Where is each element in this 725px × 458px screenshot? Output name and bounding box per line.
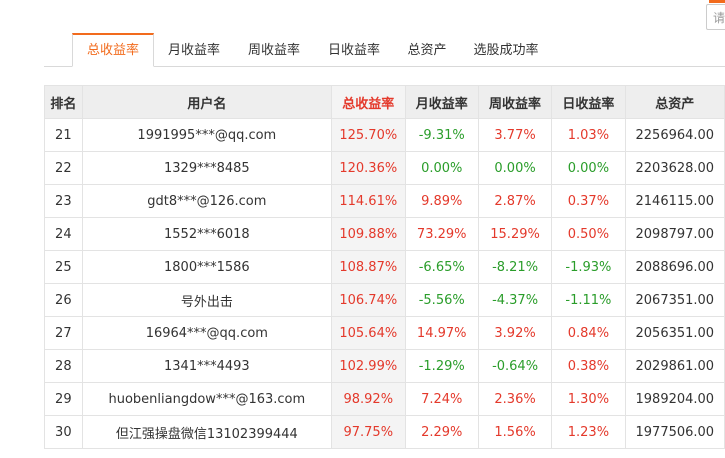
cell-total-assets: 2146115.00 [624, 184, 725, 218]
cell-monthly-return: -9.31% [404, 118, 479, 152]
cell-daily-return: 1.30% [551, 382, 626, 416]
cell-weekly-return: -4.37% [477, 283, 553, 317]
cell-username[interactable]: 但江强操盘微信13102399444 [81, 415, 333, 449]
cell-total-return: 98.92% [331, 382, 406, 416]
tab-weekly-return[interactable]: 周收益率 [234, 33, 314, 66]
cell-username[interactable]: 1329***8485 [81, 151, 333, 185]
cell-total-return: 108.87% [331, 250, 406, 284]
cell-username[interactable]: huobenliangdow***@163.com [81, 382, 333, 416]
table-header-row: 排名 用户名 总收益率 月收益率 周收益率 日收益率 总资产 [44, 85, 725, 119]
cell-total-assets: 2088696.00 [624, 250, 725, 284]
cell-total-assets: 1977506.00 [624, 415, 725, 449]
header-total-assets[interactable]: 总资产 [624, 85, 725, 119]
cell-daily-return: 0.84% [551, 316, 626, 350]
cell-total-assets: 2203628.00 [624, 151, 725, 185]
search-input[interactable]: 请 [706, 4, 725, 30]
header-rank[interactable]: 排名 [44, 85, 83, 119]
table-row: 22 1329***8485 120.36% 0.00% 0.00% 0.00% 22036… [44, 151, 725, 185]
cell-total-return: 114.61% [331, 184, 406, 218]
cell-daily-return: 1.03% [551, 118, 626, 152]
cell-rank: 23 [44, 184, 83, 218]
cell-daily-return: 1.23% [551, 415, 626, 449]
cell-weekly-return: -8.21% [477, 250, 553, 284]
cell-username[interactable]: 1341***4493 [81, 349, 333, 383]
cell-username[interactable]: 号外出击 [81, 283, 333, 317]
cell-total-assets: 2067351.00 [624, 283, 725, 317]
cell-monthly-return: -6.65% [404, 250, 479, 284]
cell-rank: 29 [44, 382, 83, 416]
cell-total-assets: 1989204.00 [624, 382, 725, 416]
cell-monthly-return: 14.97% [404, 316, 479, 350]
ranking-tabs: 总收益率 月收益率 周收益率 日收益率 总资产 选股成功率 [44, 33, 725, 67]
cell-monthly-return: -5.56% [404, 283, 479, 317]
cell-total-return: 97.75% [331, 415, 406, 449]
cell-rank: 24 [44, 217, 83, 251]
cell-monthly-return: -1.29% [404, 349, 479, 383]
cell-monthly-return: 73.29% [404, 217, 479, 251]
cell-username[interactable]: 1552***6018 [81, 217, 333, 251]
cell-daily-return: 0.00% [551, 151, 626, 185]
cell-weekly-return: 2.36% [477, 382, 553, 416]
cell-weekly-return: 2.87% [477, 184, 553, 218]
ranking-table: 排名 用户名 总收益率 月收益率 周收益率 日收益率 总资产 21 1991995… [44, 85, 725, 449]
cell-weekly-return: 0.00% [477, 151, 553, 185]
cell-total-return: 106.74% [331, 283, 406, 317]
cell-total-return: 109.88% [331, 217, 406, 251]
tab-monthly-return[interactable]: 月收益率 [154, 33, 234, 66]
cell-total-return: 120.36% [331, 151, 406, 185]
cell-total-return: 125.70% [331, 118, 406, 152]
cell-weekly-return: 3.92% [477, 316, 553, 350]
cell-username[interactable]: 16964***@qq.com [81, 316, 333, 350]
cell-rank: 21 [44, 118, 83, 152]
table-row: 29 huobenliangdow***@163.com 98.92% 7.24% 2.… [44, 382, 725, 416]
cell-username[interactable]: gdt8***@126.com [81, 184, 333, 218]
cell-monthly-return: 7.24% [404, 382, 479, 416]
cell-total-return: 102.99% [331, 349, 406, 383]
cell-weekly-return: 1.56% [477, 415, 553, 449]
header-username: 用户名 [81, 85, 333, 119]
tab-total-assets[interactable]: 总资产 [394, 33, 460, 66]
table-row: 27 16964***@qq.com 105.64% 14.97% 3.92% 0.84%… [44, 316, 725, 350]
cell-total-return: 105.64% [331, 316, 406, 350]
table-row: 24 1552***6018 109.88% 73.29% 15.29% 0.50% 209… [44, 217, 725, 251]
cell-total-assets: 2098797.00 [624, 217, 725, 251]
table-row: 25 1800***1586 108.87% -6.65% -8.21% -1.93% 20… [44, 250, 725, 284]
cell-rank: 25 [44, 250, 83, 284]
table-row: 28 1341***4493 102.99% -1.29% -0.64% 0.38% 202… [44, 349, 725, 383]
table-row: 26 号外出击 106.74% -5.56% -4.37% -1.11% 2067351.0… [44, 283, 725, 317]
tab-total-return[interactable]: 总收益率 [72, 33, 154, 67]
cell-monthly-return: 2.29% [404, 415, 479, 449]
cell-daily-return: -1.11% [551, 283, 626, 317]
cell-daily-return: 0.38% [551, 349, 626, 383]
cell-daily-return: -1.93% [551, 250, 626, 284]
cell-monthly-return: 9.89% [404, 184, 479, 218]
tab-stock-pick-success[interactable]: 选股成功率 [460, 33, 552, 66]
tab-daily-return[interactable]: 日收益率 [314, 33, 394, 66]
cell-total-assets: 2029861.00 [624, 349, 725, 383]
cell-daily-return: 0.37% [551, 184, 626, 218]
table-row: 23 gdt8***@126.com 114.61% 9.89% 2.87% 0.37% 2… [44, 184, 725, 218]
cell-daily-return: 0.50% [551, 217, 626, 251]
header-daily-return[interactable]: 日收益率 [551, 85, 626, 119]
cell-rank: 28 [44, 349, 83, 383]
cell-total-assets: 2256964.00 [624, 118, 725, 152]
cell-weekly-return: 3.77% [477, 118, 553, 152]
top-accent-bar [709, 0, 725, 3]
cell-rank: 22 [44, 151, 83, 185]
cell-monthly-return: 0.00% [404, 151, 479, 185]
cell-username[interactable]: 1800***1586 [81, 250, 333, 284]
cell-weekly-return: -0.64% [477, 349, 553, 383]
table-row: 30 但江强操盘微信13102399444 97.75% 2.29% 1.56% 1.23… [44, 415, 725, 449]
cell-rank: 30 [44, 415, 83, 449]
cell-rank: 26 [44, 283, 83, 317]
cell-rank: 27 [44, 316, 83, 350]
table-row: 21 1991995***@qq.com 125.70% -9.31% 3.77% 1.0… [44, 118, 725, 152]
cell-total-assets: 2056351.00 [624, 316, 725, 350]
header-monthly-return[interactable]: 月收益率 [404, 85, 479, 119]
header-total-return[interactable]: 总收益率 [331, 85, 406, 119]
cell-weekly-return: 15.29% [477, 217, 553, 251]
header-weekly-return[interactable]: 周收益率 [477, 85, 553, 119]
cell-username[interactable]: 1991995***@qq.com [81, 118, 333, 152]
